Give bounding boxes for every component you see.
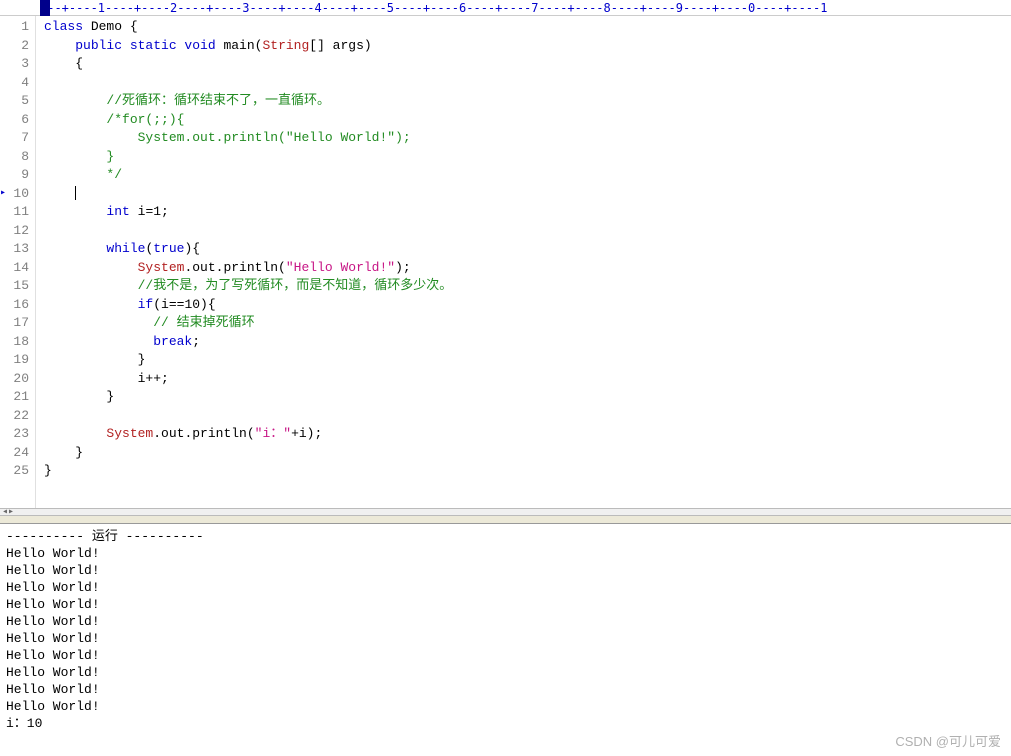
line-number: 21 bbox=[2, 388, 29, 407]
line-number: 3 bbox=[2, 55, 29, 74]
line-number: 1 bbox=[2, 18, 29, 37]
console-line: Hello World! bbox=[6, 613, 1005, 630]
code-line[interactable]: //死循环：循环结束不了，一直循环。 bbox=[44, 92, 1011, 111]
text-cursor bbox=[75, 186, 76, 200]
line-number: 11 bbox=[2, 203, 29, 222]
console-line: Hello World! bbox=[6, 579, 1005, 596]
console-line: Hello World! bbox=[6, 681, 1005, 698]
code-line[interactable]: break; bbox=[44, 333, 1011, 352]
code-editor[interactable]: 1234567891011121314151617181920212223242… bbox=[0, 16, 1011, 508]
line-number: 13 bbox=[2, 240, 29, 259]
column-ruler: ---+----1----+----2----+----3----+----4-… bbox=[0, 0, 1011, 16]
line-number: 4 bbox=[2, 74, 29, 93]
line-number: 25 bbox=[2, 462, 29, 481]
line-number: 2 bbox=[2, 37, 29, 56]
code-line[interactable] bbox=[44, 185, 1011, 204]
code-line[interactable] bbox=[44, 74, 1011, 93]
code-line[interactable]: { bbox=[44, 55, 1011, 74]
console-line: Hello World! bbox=[6, 545, 1005, 562]
code-line[interactable]: if(i==10){ bbox=[44, 296, 1011, 315]
line-number: 8 bbox=[2, 148, 29, 167]
line-number: 14 bbox=[2, 259, 29, 278]
line-number: 18 bbox=[2, 333, 29, 352]
line-number: 20 bbox=[2, 370, 29, 389]
console-line: Hello World! bbox=[6, 596, 1005, 613]
code-line[interactable]: i++; bbox=[44, 370, 1011, 389]
code-line[interactable]: //我不是，为了写死循环，而是不知道，循环多少次。 bbox=[44, 277, 1011, 296]
output-console[interactable]: ---------- 运行 ---------- Hello World!Hel… bbox=[0, 524, 1011, 748]
code-line[interactable]: } bbox=[44, 351, 1011, 370]
code-line[interactable]: */ bbox=[44, 166, 1011, 185]
code-line[interactable]: } bbox=[44, 462, 1011, 481]
line-number: 12 bbox=[2, 222, 29, 241]
line-number-gutter: 1234567891011121314151617181920212223242… bbox=[0, 16, 36, 508]
output-tab-strip[interactable] bbox=[0, 516, 1011, 524]
code-line[interactable]: public static void main(String[] args) bbox=[44, 37, 1011, 56]
pane-splitter[interactable]: ◂▸ bbox=[0, 508, 1011, 516]
line-number: 15 bbox=[2, 277, 29, 296]
code-line[interactable]: while(true){ bbox=[44, 240, 1011, 259]
line-number: 9 bbox=[2, 166, 29, 185]
ruler-scale: ---+----1----+----2----+----3----+----4-… bbox=[40, 1, 827, 15]
line-number: 5 bbox=[2, 92, 29, 111]
console-line: Hello World! bbox=[6, 630, 1005, 647]
code-line[interactable]: // 结束掉死循环 bbox=[44, 314, 1011, 333]
code-line[interactable]: System.out.println("Hello World!"); bbox=[44, 129, 1011, 148]
code-area[interactable]: class Demo { public static void main(Str… bbox=[36, 16, 1011, 508]
line-number: 17 bbox=[2, 314, 29, 333]
code-line[interactable] bbox=[44, 407, 1011, 426]
console-line: Hello World! bbox=[6, 698, 1005, 715]
line-number: 19 bbox=[2, 351, 29, 370]
line-number: 23 bbox=[2, 425, 29, 444]
console-line: Hello World! bbox=[6, 647, 1005, 664]
line-number: 22 bbox=[2, 407, 29, 426]
watermark: CSDN @可儿可爱 bbox=[895, 731, 1001, 750]
ruler-caret-marker bbox=[40, 0, 50, 16]
console-line: i：10 bbox=[6, 715, 1005, 732]
code-line[interactable]: int i=1; bbox=[44, 203, 1011, 222]
line-number: 7 bbox=[2, 129, 29, 148]
console-line: Hello World! bbox=[6, 664, 1005, 681]
line-number: 6 bbox=[2, 111, 29, 130]
console-header: ---------- 运行 ---------- bbox=[6, 528, 1005, 545]
console-line: Hello World! bbox=[6, 562, 1005, 579]
line-number: 10 bbox=[2, 185, 29, 204]
code-line[interactable] bbox=[44, 222, 1011, 241]
code-line[interactable]: System.out.println("i："+i); bbox=[44, 425, 1011, 444]
fold-arrows-icon: ◂▸ bbox=[0, 506, 14, 518]
line-number: 16 bbox=[2, 296, 29, 315]
code-line[interactable]: /*for(;;){ bbox=[44, 111, 1011, 130]
code-line[interactable]: } bbox=[44, 388, 1011, 407]
code-line[interactable]: System.out.println("Hello World!"); bbox=[44, 259, 1011, 278]
code-line[interactable]: class Demo { bbox=[44, 18, 1011, 37]
code-line[interactable]: } bbox=[44, 444, 1011, 463]
code-line[interactable]: } bbox=[44, 148, 1011, 167]
line-number: 24 bbox=[2, 444, 29, 463]
